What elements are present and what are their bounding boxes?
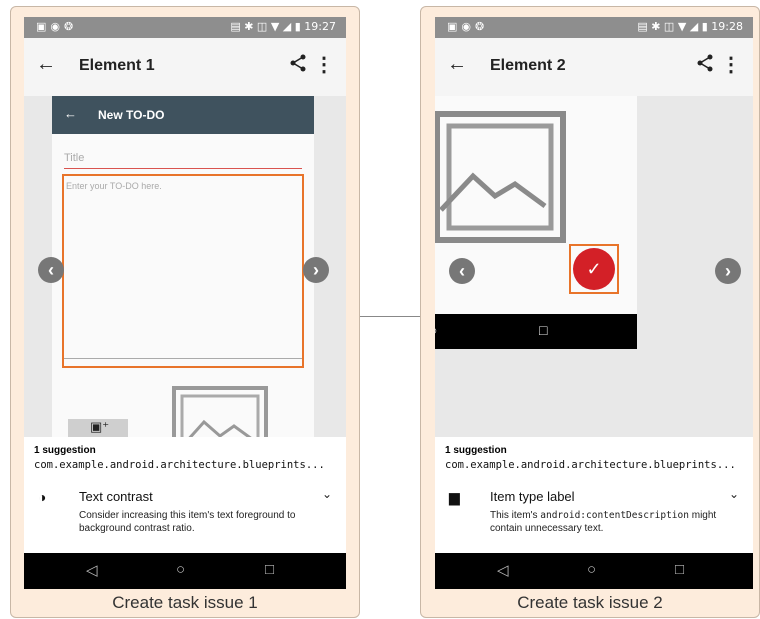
chevron-right-icon[interactable]: ›: [303, 257, 329, 283]
chevron-left-icon[interactable]: ‹: [449, 258, 475, 284]
status-bar: ▣◉❂ ▤ ✱ ◫ ▼ ◢ ▮ 19:27: [24, 17, 346, 38]
suggestions-panel: 1 suggestion com.example.android.archite…: [24, 437, 346, 553]
inner-toolbar: ← New TO-DO: [52, 96, 314, 134]
nav-back-icon[interactable]: ◁: [86, 561, 98, 579]
issue-description: Consider increasing this item's text for…: [79, 510, 296, 534]
more-vert-icon[interactable]: ⋮: [721, 52, 741, 77]
title-field[interactable]: Title: [64, 152, 84, 164]
package-name: com.example.android.architecture.bluepri…: [34, 459, 325, 471]
app-bar: ← Element 2 ⋮: [435, 38, 753, 96]
highlight-box-1[interactable]: Enter your TO-DO here.: [62, 174, 304, 368]
issue-title[interactable]: Item type label: [490, 489, 575, 504]
issue-title-main: Item type: [490, 489, 544, 504]
panel-1: ▣◉❂ ▤ ✱ ◫ ▼ ◢ ▮ 19:27 ← Element 1 ⋮ ← Ne…: [10, 6, 360, 618]
chevron-right-icon[interactable]: ›: [715, 258, 741, 284]
app-bar-title: Element 2: [490, 57, 566, 74]
nav-recents-icon[interactable]: □: [675, 561, 684, 578]
image-placeholder-icon: [435, 110, 573, 255]
comment-icon: ▆: [449, 489, 460, 505]
add-image-button[interactable]: ▣⁺: [68, 419, 128, 439]
caption: Create task issue 2: [517, 593, 663, 612]
body-field[interactable]: Enter your TO-DO here.: [66, 181, 162, 191]
phone-screen-2: ▣◉❂ ▤ ✱ ◫ ▼ ◢ ▮ 19:28 ← Element 2 ⋮ ✓ □ …: [435, 17, 753, 589]
panel-2: ▣◉❂ ▤ ✱ ◫ ▼ ◢ ▮ 19:28 ← Element 2 ⋮ ✓ □ …: [420, 6, 760, 618]
preview-recents-icon: □: [539, 322, 548, 338]
issue-title[interactable]: Text contrast: [79, 489, 153, 504]
preview-nav-bar: ○ □: [435, 314, 637, 349]
nav-back-icon[interactable]: ◁: [497, 561, 509, 579]
add-image-icon: ▣⁺: [90, 419, 110, 434]
body-underline: [64, 358, 302, 359]
app-bar-title: Element 1: [79, 57, 155, 74]
share-icon[interactable]: [290, 54, 306, 77]
caption: Create task issue 1: [112, 593, 258, 612]
status-time: 19:28: [711, 20, 743, 33]
issue-description: This item's android:contentDescription m…: [490, 509, 730, 535]
nav-home-icon[interactable]: ○: [587, 561, 596, 578]
package-name: com.example.android.architecture.bluepri…: [445, 459, 736, 471]
fab-button[interactable]: ✓: [573, 248, 615, 290]
issue-desc-a: This item's: [490, 510, 541, 521]
suggestion-count: 1 suggestion: [445, 445, 507, 456]
status-icons: ▤ ✱ ◫ ▼ ◢ ▮: [637, 20, 712, 33]
phone-screen-1: ▣◉❂ ▤ ✱ ◫ ▼ ◢ ▮ 19:27 ← Element 1 ⋮ ← Ne…: [24, 17, 346, 589]
contrast-icon: ◑: [38, 489, 47, 505]
back-arrow-icon[interactable]: ←: [36, 53, 56, 76]
nav-recents-icon[interactable]: □: [265, 561, 274, 578]
status-bar: ▣◉❂ ▤ ✱ ◫ ▼ ◢ ▮ 19:28: [435, 17, 753, 38]
title-underline: [64, 168, 302, 169]
app-bar: ← Element 1 ⋮: [24, 38, 346, 96]
inner-back-icon[interactable]: ←: [64, 106, 77, 121]
suggestions-panel: 1 suggestion com.example.android.archite…: [435, 437, 753, 553]
status-right: ▤ ✱ ◫ ▼ ◢ ▮ 19:27: [230, 20, 336, 33]
screenshot-preview: ← New TO-DO Title Enter your TO-DO here.…: [24, 96, 346, 470]
check-icon: ✓: [586, 259, 602, 279]
screenshot-preview: ✓ ○ □ ‹ ›: [435, 96, 753, 437]
status-left-icons: ▣◉❂: [36, 20, 78, 33]
nav-bar: ◁ ○ □: [435, 553, 753, 589]
more-vert-icon[interactable]: ⋮: [314, 52, 334, 77]
suggestion-count: 1 suggestion: [34, 445, 96, 456]
inner-toolbar-title: New TO-DO: [98, 108, 165, 122]
back-arrow-icon[interactable]: ←: [447, 53, 467, 76]
issue-title-rest: label: [543, 489, 575, 504]
nav-home-icon[interactable]: ○: [176, 561, 185, 578]
status-right: ▤ ✱ ◫ ▼ ◢ ▮ 19:28: [637, 20, 743, 33]
status-time: 19:27: [304, 20, 336, 33]
chevron-down-icon[interactable]: ⌄: [322, 487, 332, 501]
nav-bar: ◁ ○ □: [24, 553, 346, 589]
connector-line: [358, 316, 420, 317]
preview-home-icon: ○: [435, 322, 437, 338]
chevron-left-icon[interactable]: ‹: [38, 257, 64, 283]
preview-device: ✓ ○ □: [435, 96, 637, 349]
chevron-down-icon[interactable]: ⌄: [729, 487, 739, 501]
issue-desc-code: android:contentDescription: [540, 510, 689, 521]
status-left-icons: ▣◉❂: [447, 20, 489, 33]
status-icons: ▤ ✱ ◫ ▼ ◢ ▮: [230, 20, 305, 33]
preview-device: ← New TO-DO Title Enter your TO-DO here.…: [52, 96, 314, 470]
highlight-box-2[interactable]: ✓: [569, 244, 619, 294]
share-icon[interactable]: [697, 54, 713, 77]
